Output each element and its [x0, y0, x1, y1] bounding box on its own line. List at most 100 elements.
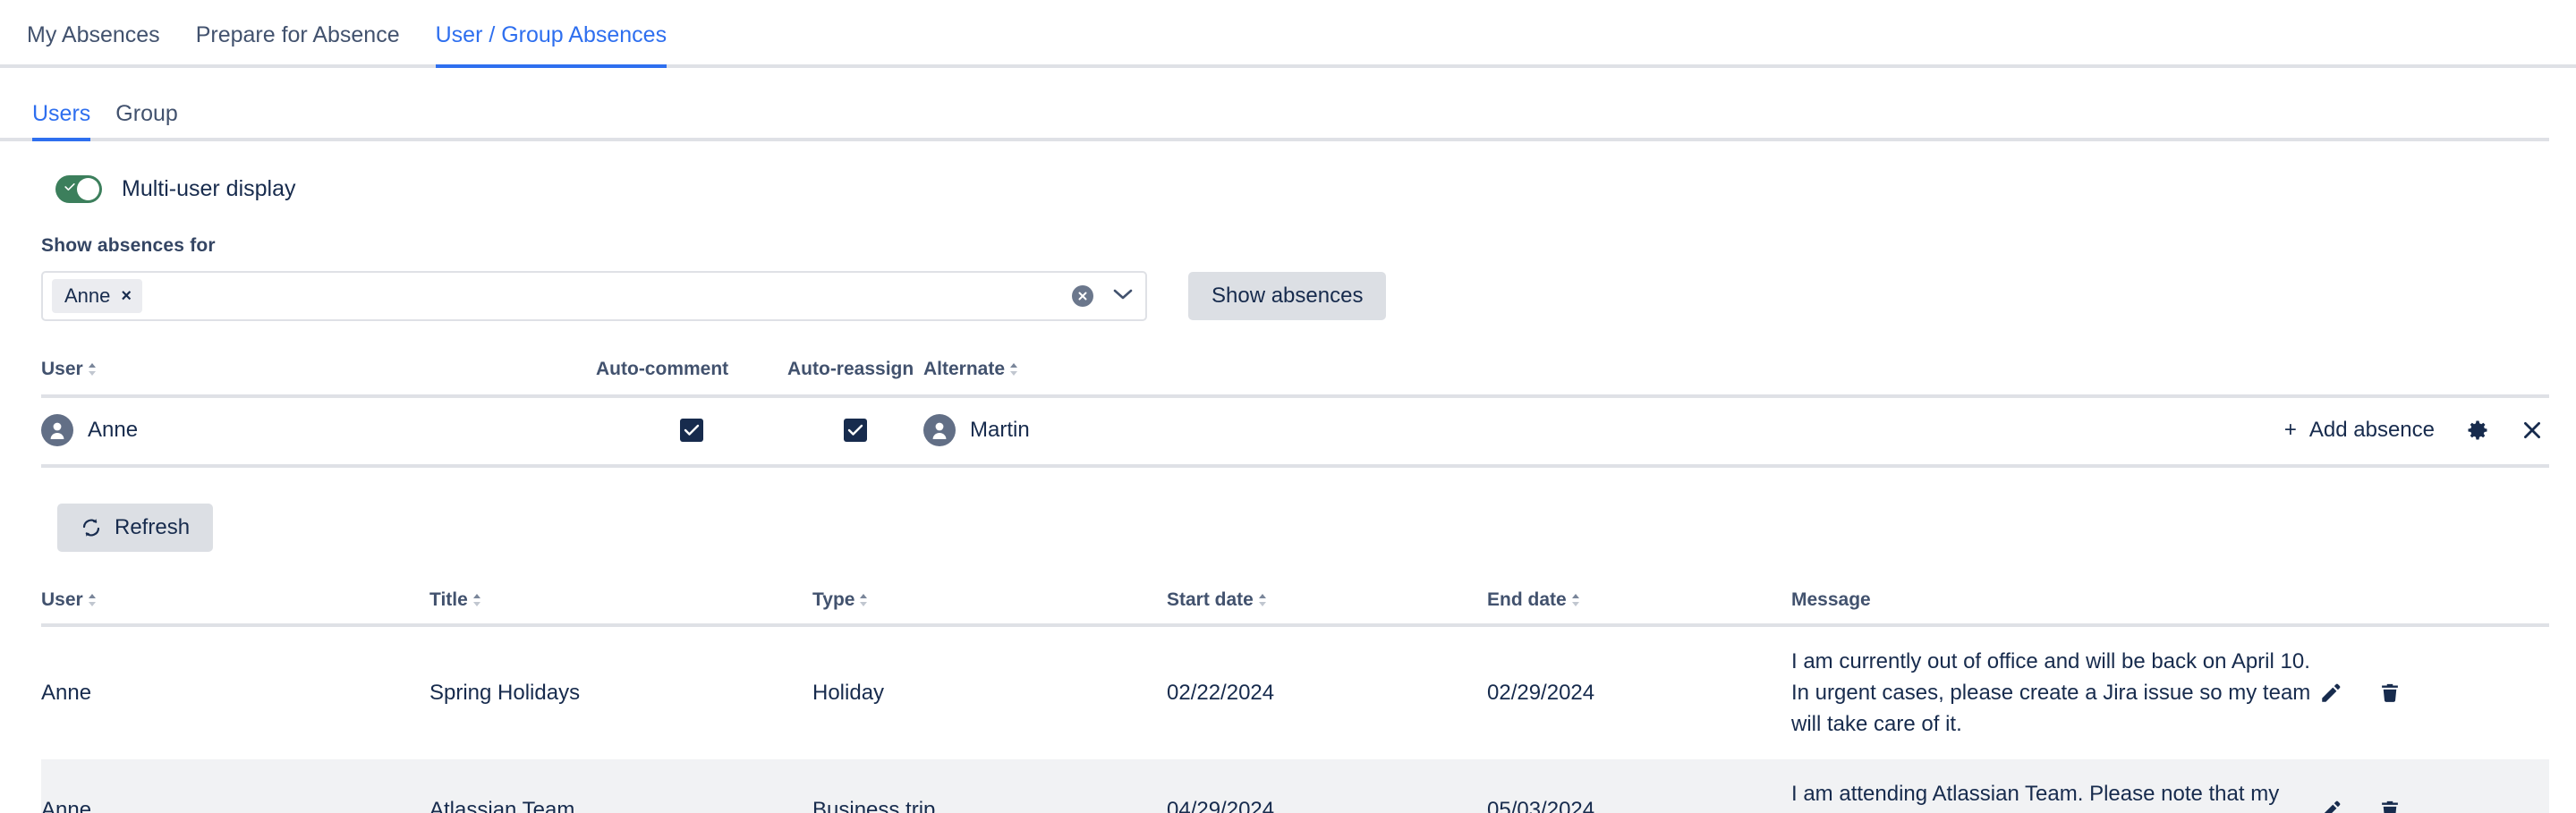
col-abs-title[interactable]: Title: [429, 589, 812, 625]
table-row: Anne: [41, 396, 2549, 466]
person-icon: [930, 420, 949, 440]
cell-alternate: Martin: [923, 396, 1210, 466]
check-icon: [684, 424, 700, 436]
toggle-knob: [77, 178, 99, 200]
col-abs-user[interactable]: User: [41, 589, 429, 625]
trash-glyph: [2378, 682, 2402, 705]
show-absences-for-row: Anne × Show absences: [0, 271, 2576, 321]
pencil-icon[interactable]: [2319, 682, 2342, 705]
close-glyph: [2521, 419, 2544, 442]
col-abs-end-date[interactable]: End date: [1487, 589, 1791, 625]
multiselect-indicators: [1072, 273, 1133, 319]
col-auto-comment: Auto-comment: [596, 359, 787, 396]
plus-icon: +: [2284, 418, 2297, 443]
chip-remove-icon[interactable]: ×: [121, 286, 132, 307]
cell-abs-type: Business trip: [812, 759, 1167, 813]
tab-my-absences[interactable]: My Absences: [27, 24, 160, 64]
chevron-down-icon[interactable]: [1113, 288, 1133, 305]
col-abs-user-label: User: [41, 589, 83, 610]
user-multiselect[interactable]: Anne ×: [41, 271, 1147, 321]
col-abs-type[interactable]: Type: [812, 589, 1167, 625]
pencil-glyph: [2319, 799, 2342, 813]
cell-abs-user: Anne: [41, 759, 429, 813]
gear-icon[interactable]: [2465, 418, 2490, 443]
col-user-label: User: [41, 359, 83, 379]
multi-user-display-label: Multi-user display: [122, 176, 296, 202]
cell-abs-start-date: 04/29/2024: [1167, 759, 1487, 813]
col-alternate[interactable]: Alternate: [923, 359, 1210, 396]
table-row: Anne Spring Holidays Holiday 02/22/2024 …: [41, 625, 2549, 759]
cell-abs-type: Holiday: [812, 625, 1167, 759]
multi-user-display-row: Multi-user display: [0, 175, 2576, 203]
absences-page: My Absences Prepare for Absence User / G…: [0, 0, 2576, 813]
tab-users[interactable]: Users: [32, 103, 90, 138]
cell-abs-end-date: 02/29/2024: [1487, 625, 1791, 759]
tab-prepare-for-absence[interactable]: Prepare for Absence: [196, 24, 400, 64]
col-user-actions: [1210, 359, 2549, 396]
sort-icon: [1258, 593, 1267, 607]
clear-selection-icon[interactable]: [1072, 285, 1093, 307]
cell-abs-actions: [2319, 625, 2549, 759]
cell-auto-comment: [596, 396, 787, 466]
refresh-icon: [81, 517, 102, 538]
cell-abs-end-date: 05/03/2024: [1487, 759, 1791, 813]
cell-abs-actions: [2319, 759, 2549, 813]
close-icon[interactable]: [2521, 419, 2544, 442]
refresh-label: Refresh: [115, 515, 190, 540]
avatar: [923, 414, 956, 446]
sort-icon: [88, 362, 97, 377]
primary-tabs: My Absences Prepare for Absence User / G…: [0, 0, 2576, 68]
col-abs-title-label: Title: [429, 589, 468, 610]
col-user[interactable]: User: [41, 359, 596, 396]
trash-icon[interactable]: [2378, 682, 2402, 705]
table-row: Anne Atlassian Team Business trip 04/29/…: [41, 759, 2549, 813]
gear-glyph: [2465, 418, 2490, 443]
trash-icon[interactable]: [2378, 799, 2402, 813]
sort-icon: [472, 593, 481, 607]
absences-table-wrap: User Title Type Start date End date Mess…: [0, 589, 2576, 813]
show-absences-button[interactable]: Show absences: [1188, 272, 1386, 320]
cell-abs-title: Spring Holidays: [429, 625, 812, 759]
refresh-row: Refresh: [0, 504, 2576, 552]
tab-user-group-absences[interactable]: User / Group Absences: [436, 24, 667, 64]
col-auto-reassign: Auto-reassign: [787, 359, 923, 396]
cell-abs-message: I am attending Atlassian Team. Please no…: [1791, 759, 2319, 813]
refresh-button[interactable]: Refresh: [57, 504, 213, 552]
secondary-tabs: Users Group: [0, 98, 2549, 141]
col-abs-message-label: Message: [1791, 589, 1871, 610]
chevron-glyph: [1113, 288, 1133, 301]
show-absences-for-label: Show absences for: [0, 235, 2576, 257]
user-settings-table: User Auto-comment Auto-reassign Alternat…: [41, 359, 2549, 468]
cell-abs-title: Atlassian Team: [429, 759, 812, 813]
multi-user-display-toggle[interactable]: [55, 175, 102, 203]
tab-group[interactable]: Group: [115, 103, 177, 138]
pencil-icon[interactable]: [2319, 799, 2342, 813]
col-abs-type-label: Type: [812, 589, 854, 610]
auto-comment-checkbox[interactable]: [680, 419, 703, 442]
cell-abs-message: I am currently out of office and will be…: [1791, 625, 2319, 759]
chip-label: Anne: [64, 284, 110, 308]
cell-auto-reassign: [787, 396, 923, 466]
check-icon: [64, 183, 76, 191]
x-glyph: [1076, 290, 1089, 302]
trash-glyph: [2378, 799, 2402, 813]
cell-abs-start-date: 02/22/2024: [1167, 625, 1487, 759]
cell-user: Anne: [41, 396, 596, 466]
sort-icon: [859, 593, 868, 607]
selected-user-chip: Anne ×: [52, 279, 142, 313]
auto-reassign-checkbox[interactable]: [844, 419, 867, 442]
absences-table: User Title Type Start date End date Mess…: [41, 589, 2549, 813]
alternate-name: Martin: [970, 418, 1030, 443]
add-absence-label: Add absence: [2309, 418, 2435, 443]
absences-header-row: User Title Type Start date End date Mess…: [41, 589, 2549, 625]
cell-abs-user: Anne: [41, 625, 429, 759]
col-abs-actions: [2319, 589, 2549, 625]
col-abs-start-date[interactable]: Start date: [1167, 589, 1487, 625]
col-auto-reassign-label: Auto-reassign: [787, 359, 914, 379]
person-icon: [47, 420, 67, 440]
sort-icon: [88, 593, 97, 607]
add-absence-button[interactable]: + Add absence: [2284, 418, 2435, 443]
sort-icon: [1571, 593, 1580, 607]
col-abs-message: Message: [1791, 589, 2319, 625]
pencil-glyph: [2319, 682, 2342, 705]
